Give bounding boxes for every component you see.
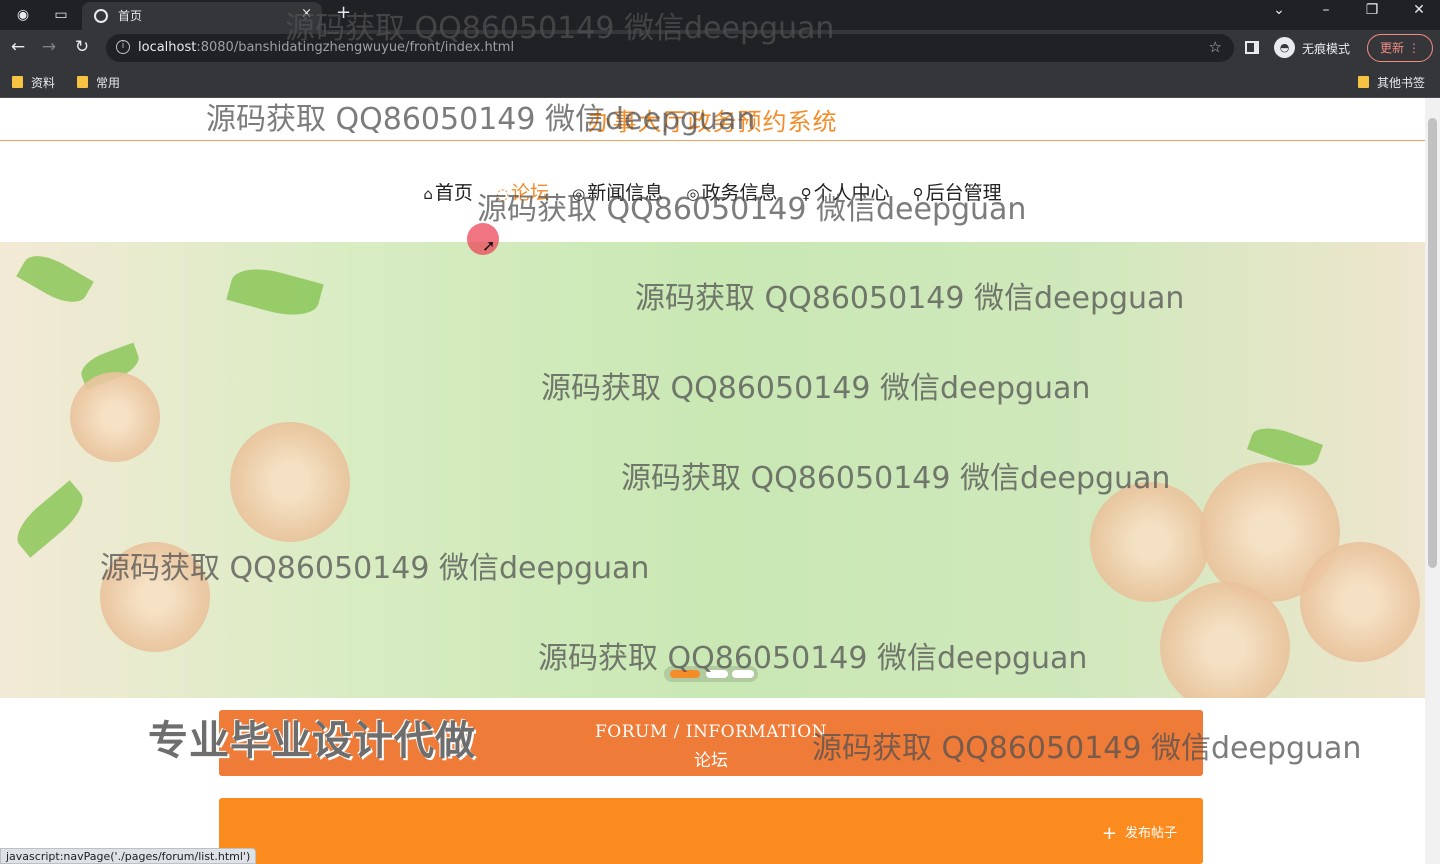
banner-decoration: [8, 480, 92, 558]
folder-icon: [77, 76, 88, 88]
mouse-cursor-icon: ➚: [482, 236, 496, 255]
title-divider: [0, 140, 1425, 141]
scroll-thumb[interactable]: [1428, 118, 1437, 568]
side-panel-icon[interactable]: [1245, 41, 1259, 54]
bookmarks-bar: 资料 常用 其他书签: [0, 66, 1440, 98]
site-info-icon[interactable]: i: [116, 40, 130, 54]
nav-item-admin[interactable]: ⚲ 后台管理: [913, 178, 1002, 205]
carousel-indicators: [664, 666, 758, 682]
banner-decoration: [1300, 542, 1420, 662]
banner-decoration: [100, 542, 210, 652]
globe-icon: [94, 9, 108, 23]
banner-decoration: [230, 422, 350, 542]
nav-item-government[interactable]: ◎ 政务信息: [686, 178, 777, 205]
tab-title: 首页: [118, 9, 143, 23]
browser-tab[interactable]: 首页 ×: [82, 2, 322, 30]
nav-item-profile[interactable]: ♀ 个人中心: [801, 178, 890, 205]
main-nav: ⌂ 首页 ◌ 论坛 ◎ 新闻信息 ◎ 政务信息 ♀ 个人中心 ⚲ 后台管理: [0, 178, 1425, 205]
promo-overlay-text: 专业毕业设计代做: [148, 718, 476, 764]
banner-carousel[interactable]: [0, 242, 1425, 698]
bookmark-star-icon[interactable]: ☆: [1209, 38, 1222, 56]
other-bookmarks[interactable]: 其他书签: [1358, 74, 1425, 91]
banner-decoration: [16, 246, 94, 312]
site-title: 办事大厅政务预约系统: [587, 108, 838, 136]
forward-icon[interactable]: →: [38, 37, 60, 57]
bookmark-folder[interactable]: 资料: [12, 74, 55, 91]
carousel-dot[interactable]: [706, 670, 728, 678]
home-icon: ⌂: [423, 185, 433, 203]
incognito-label: 无痕模式: [1302, 42, 1351, 56]
forum-toolbar: + 发布帖子: [219, 798, 1203, 864]
banner-decoration: [70, 372, 160, 462]
tab-list-icon[interactable]: ⌄: [1264, 2, 1294, 18]
user-icon: ♀: [800, 185, 812, 203]
address-bar[interactable]: i localhost:8080/banshidatingzhengwuyue/…: [106, 34, 1234, 62]
reload-icon[interactable]: ↻: [71, 37, 93, 57]
plus-icon: +: [1101, 823, 1117, 844]
carousel-dot[interactable]: [670, 670, 700, 678]
incognito-icon: ◓: [1274, 37, 1295, 58]
update-button[interactable]: 更新 ⋮: [1367, 34, 1433, 62]
nav-item-home[interactable]: ⌂ 首页: [423, 178, 473, 205]
folder-icon: [12, 76, 23, 88]
window-close-icon[interactable]: ✕: [1404, 2, 1434, 18]
carousel-dot[interactable]: [732, 670, 754, 678]
link-icon: ⚲: [912, 185, 924, 203]
status-link-preview: javascript:navPage('./pages/forum/list.h…: [0, 848, 257, 864]
nav-item-forum[interactable]: ◌ 论坛: [496, 178, 549, 205]
publish-post-button[interactable]: + 发布帖子: [1102, 822, 1177, 844]
banner-decoration: [226, 261, 324, 323]
restore-icon[interactable]: ❐: [1357, 2, 1387, 18]
news-icon: ◎: [572, 185, 586, 203]
tab-search-icon[interactable]: ▭: [50, 4, 72, 26]
browser-toolbar: ← → ↻ i localhost:8080/banshidatingzheng…: [0, 30, 1440, 66]
folder-icon: [1358, 76, 1369, 88]
banner-decoration: [1090, 482, 1210, 602]
nav-item-news[interactable]: ◎ 新闻信息: [572, 178, 663, 205]
back-icon[interactable]: ←: [7, 37, 29, 57]
bookmark-folder[interactable]: 常用: [77, 74, 120, 91]
forum-icon: ◌: [495, 185, 510, 203]
browser-tab-strip: ◉ ▭ 首页 × + ⌄ – ❐ ✕: [0, 0, 1440, 30]
minimize-icon[interactable]: –: [1311, 2, 1341, 18]
address-url[interactable]: localhost:8080/banshidatingzhengwuyue/fr…: [138, 40, 514, 55]
page-scrollbar[interactable]: [1425, 98, 1440, 864]
chrome-menu-icon[interactable]: ◉: [12, 4, 34, 26]
government-icon: ◎: [686, 185, 700, 203]
close-tab-icon[interactable]: ×: [301, 6, 312, 21]
new-tab-button[interactable]: +: [336, 2, 351, 23]
